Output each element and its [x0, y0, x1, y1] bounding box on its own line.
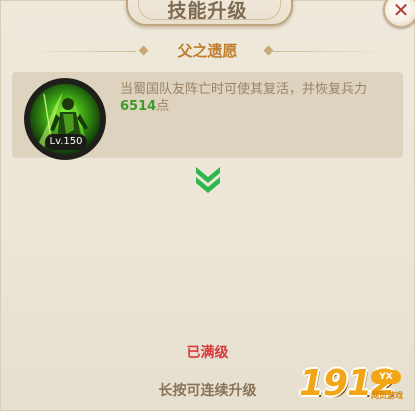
- double-chevron-down-icon: [195, 165, 221, 193]
- skill-upgrade-dialog: 技能升级 ✕ 父之遗愿 Lv.150 当蜀国队友阵亡时可使其复活，并恢复兵力 65…: [0, 0, 415, 411]
- skill-description: 当蜀国队友阵亡时可使其复活，并恢复兵力 6514点: [120, 81, 400, 115]
- close-button[interactable]: ✕: [383, 0, 415, 28]
- description-text: 当蜀国队友阵亡时可使其复活，并恢复兵力: [120, 82, 368, 97]
- watermark-subtitle: 网页游戏: [371, 391, 403, 400]
- divider-right: [268, 51, 392, 52]
- skill-name-header: 父之遗愿: [0, 39, 415, 63]
- watermark-badge: YX: [371, 370, 401, 384]
- chevron-down-icon: [196, 167, 220, 193]
- description-suffix: 点: [156, 99, 170, 114]
- skill-level-badge: Lv.150: [45, 134, 87, 150]
- close-icon[interactable]: ✕: [385, 0, 415, 22]
- site-watermark-logo: 1912 YX 网页游戏: [299, 364, 407, 408]
- dialog-title: 技能升级: [167, 0, 248, 22]
- heal-amount: 6514: [120, 99, 157, 114]
- max-level-status: 已满级: [186, 345, 229, 361]
